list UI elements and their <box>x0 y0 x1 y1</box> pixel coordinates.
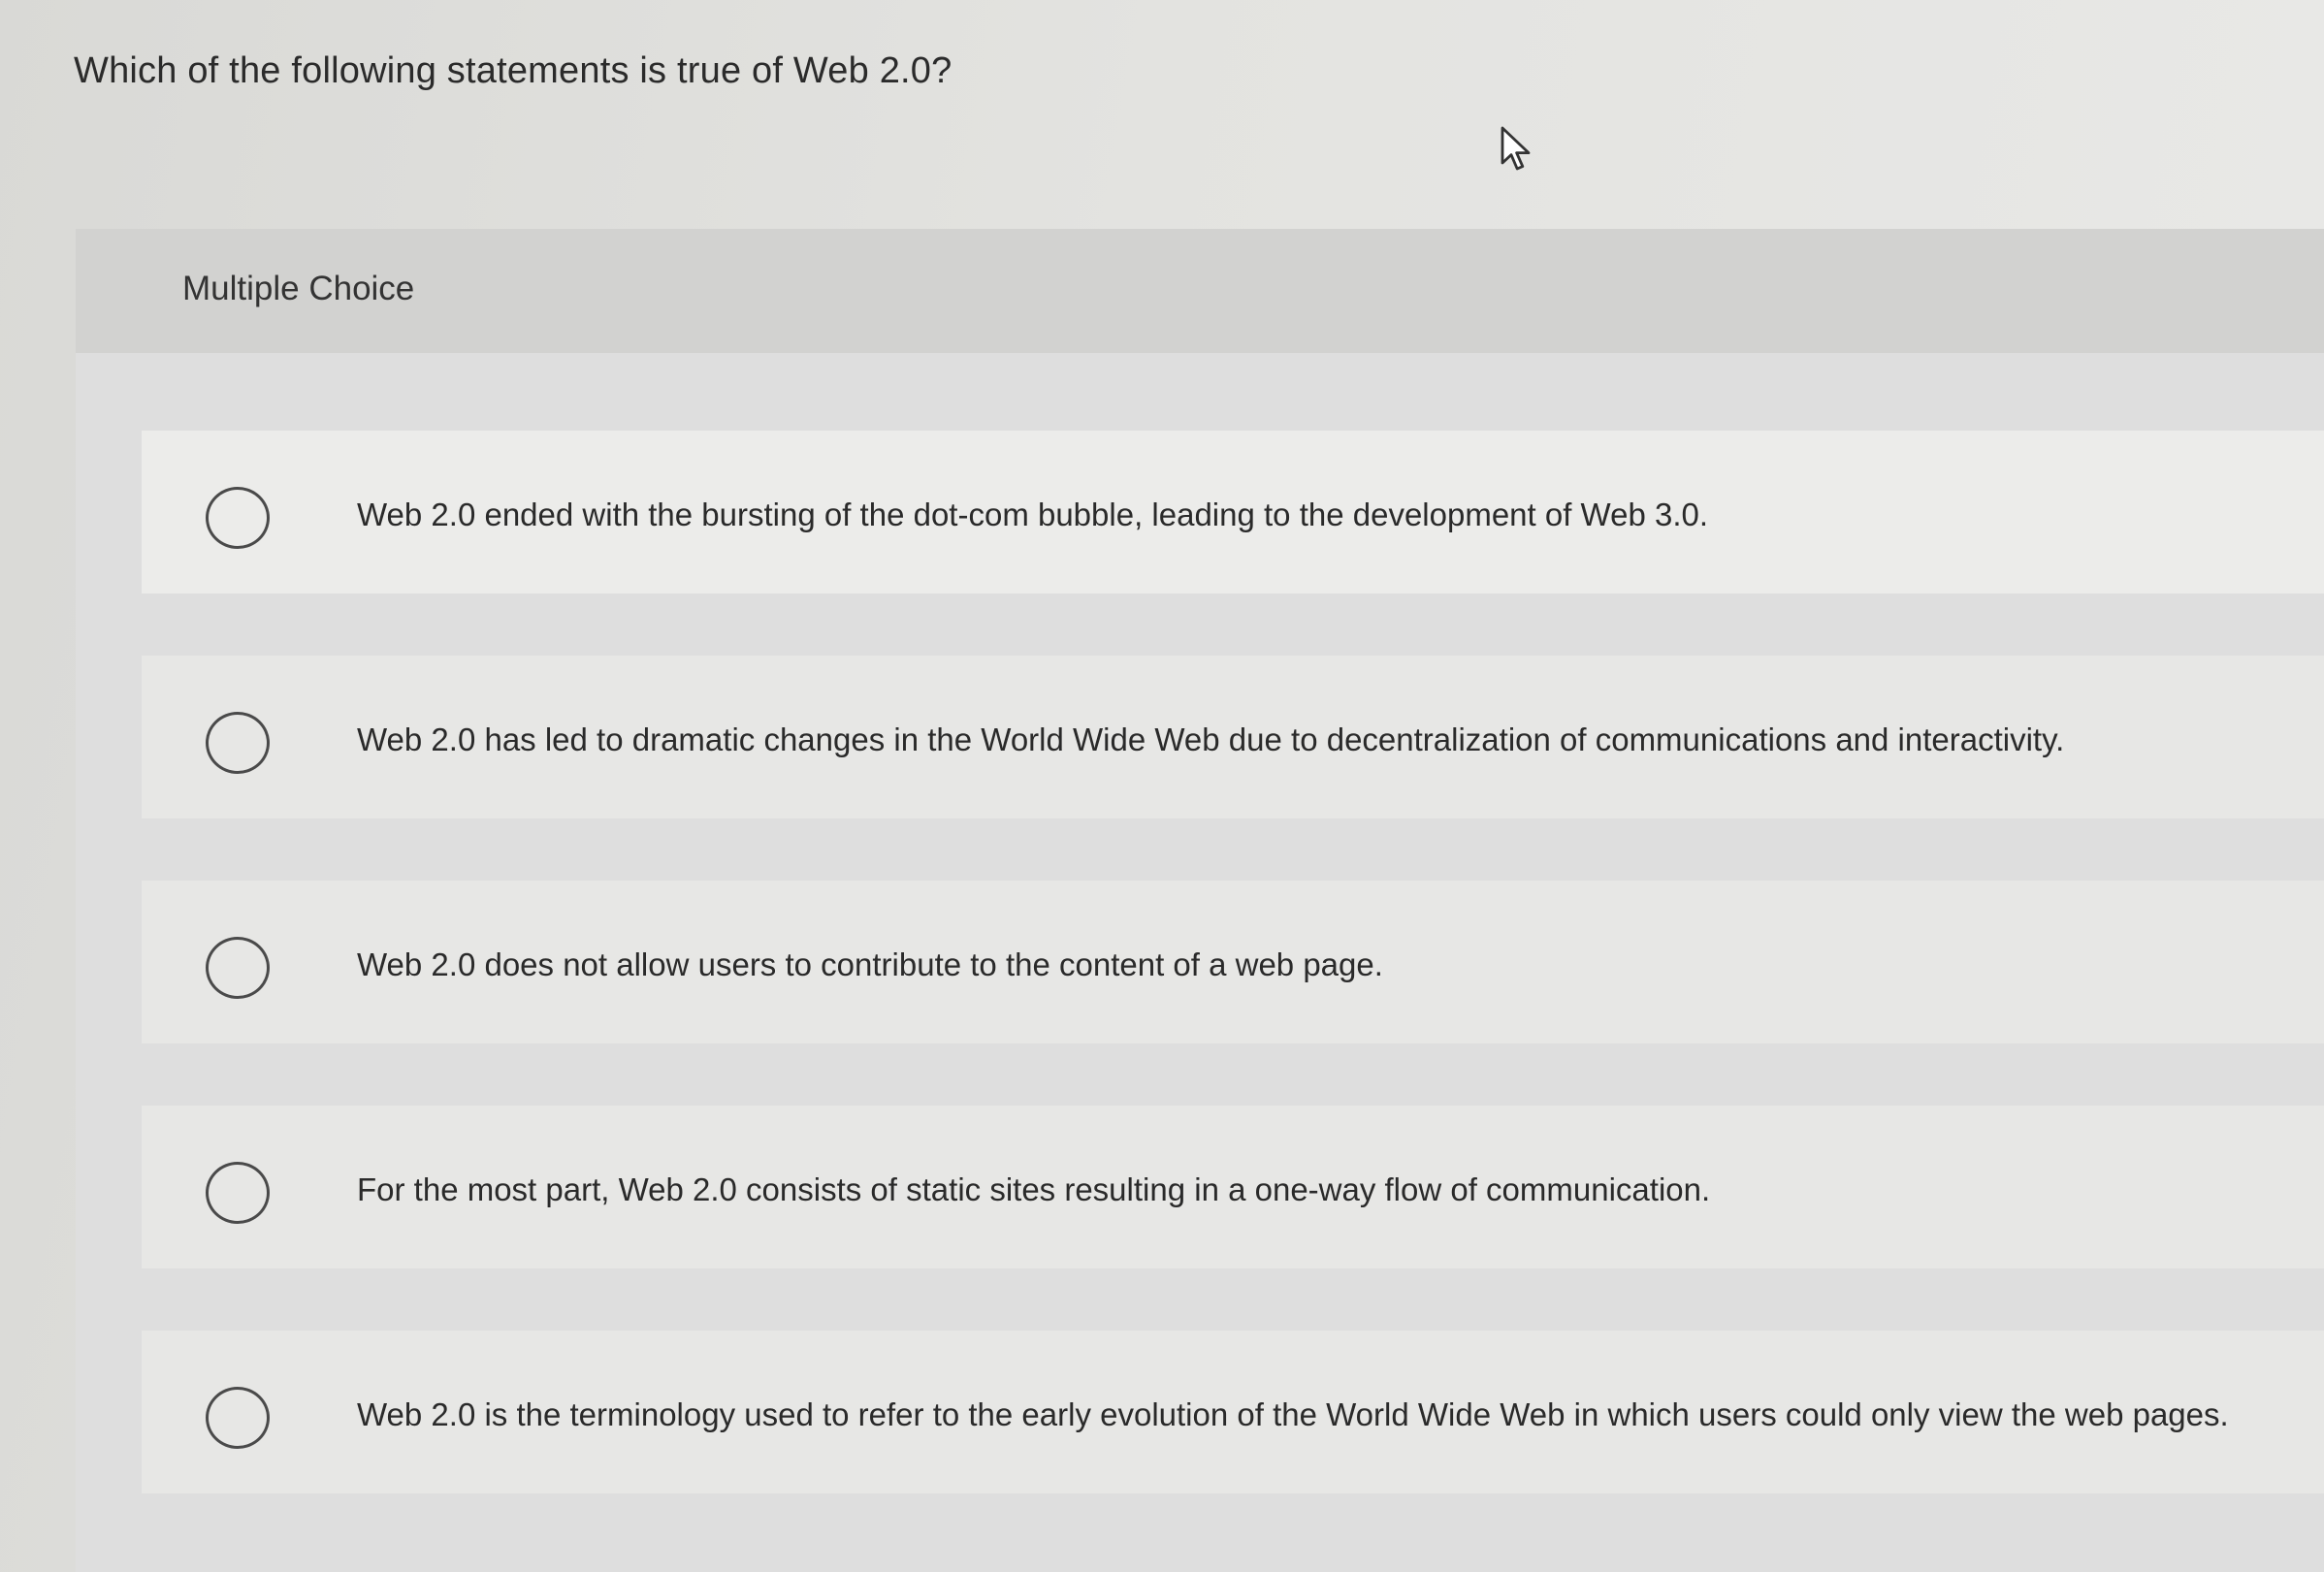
radio-unselected-icon[interactable] <box>206 937 270 999</box>
answer-option-label: Web 2.0 has led to dramatic changes in t… <box>357 722 2065 757</box>
answer-option-5[interactable]: Web 2.0 is the terminology used to refer… <box>142 1331 2324 1493</box>
answer-option-label: Web 2.0 does not allow users to contribu… <box>357 946 1383 982</box>
answer-option-2[interactable]: Web 2.0 has led to dramatic changes in t… <box>142 656 2324 818</box>
radio-unselected-icon[interactable] <box>206 487 270 549</box>
answer-option-label: For the most part, Web 2.0 consists of s… <box>357 1171 1711 1207</box>
answer-option-label: Web 2.0 ended with the bursting of the d… <box>357 497 1709 532</box>
card-header: Multiple Choice <box>76 229 2324 353</box>
answer-option-1[interactable]: Web 2.0 ended with the bursting of the d… <box>142 431 2324 594</box>
answer-option-4[interactable]: For the most part, Web 2.0 consists of s… <box>142 1106 2324 1268</box>
radio-unselected-icon[interactable] <box>206 1162 270 1224</box>
question-text: Which of the following statements is tru… <box>74 50 952 91</box>
answer-option-3[interactable]: Web 2.0 does not allow users to contribu… <box>142 881 2324 1043</box>
radio-unselected-icon[interactable] <box>206 1387 270 1449</box>
question-card: Multiple Choice Web 2.0 ended with the b… <box>76 229 2324 1572</box>
mouse-pointer-icon <box>1501 126 1531 171</box>
radio-unselected-icon[interactable] <box>206 712 270 774</box>
answer-option-label: Web 2.0 is the terminology used to refer… <box>357 1396 2229 1432</box>
question-type-label: Multiple Choice <box>182 270 415 307</box>
